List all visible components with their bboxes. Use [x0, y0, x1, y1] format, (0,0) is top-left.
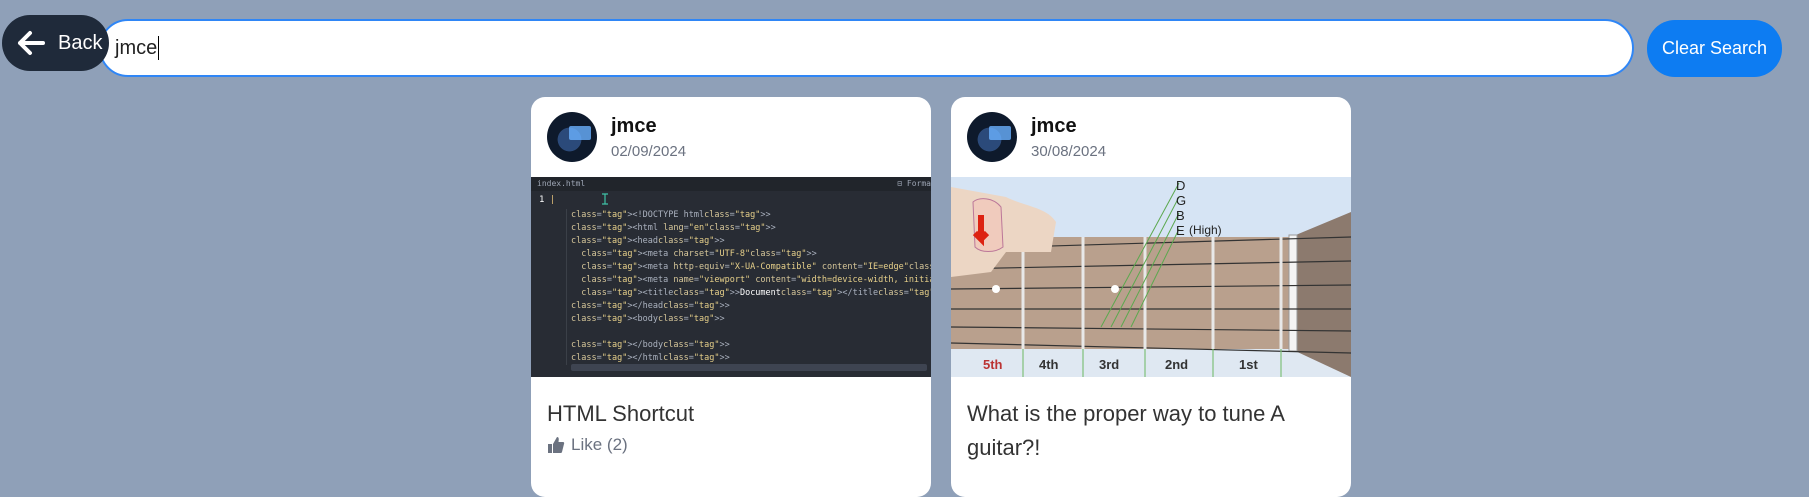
code-line: class="tag"><headclass="tag">>	[571, 236, 725, 246]
back-button[interactable]: Back	[2, 15, 109, 71]
string-label: E	[1176, 223, 1185, 238]
post-author[interactable]: jmce	[611, 115, 657, 138]
post-date: 30/08/2024	[1031, 143, 1107, 160]
fret-label: 4th	[1039, 357, 1059, 372]
fret-label: 3rd	[1099, 357, 1119, 372]
post-author[interactable]: jmce	[1031, 115, 1077, 138]
editor-file-name: index.html	[537, 179, 586, 188]
code-line: class="tag"></bodyclass="tag">>	[571, 340, 730, 350]
text-caret	[158, 36, 160, 60]
code-line: class="tag"><html lang="en"class="tag">>	[571, 223, 776, 233]
post-title[interactable]: What is the proper way to tune A guitar?…	[967, 397, 1337, 465]
like-button[interactable]: Like (2)	[547, 435, 628, 455]
post-card[interactable]: jmce 02/09/2024 index.html ⊟ Forma 1 | c…	[531, 97, 931, 497]
editor-tab-bar: index.html ⊟ Forma	[531, 177, 931, 191]
code-line: class="tag"><titleclass="tag">>Documentc…	[581, 288, 931, 298]
back-button-label: Back	[58, 31, 103, 54]
fret-label: 5th	[983, 357, 1003, 372]
fret-label: 1st	[1239, 357, 1258, 372]
search-input-value: jmce	[115, 36, 158, 59]
fret-label: 2nd	[1165, 357, 1188, 372]
string-note: (High)	[1189, 223, 1222, 237]
post-title[interactable]: HTML Shortcut	[547, 397, 917, 431]
post-date: 02/09/2024	[611, 143, 687, 160]
code-line: class="tag"><!DOCTYPE htmlclass="tag">>	[571, 210, 771, 220]
editor-code: class="tag"><!DOCTYPE htmlclass="tag">> c…	[566, 209, 931, 365]
search-input[interactable]: jmce	[99, 19, 1634, 77]
editor-scrollbar	[571, 364, 927, 371]
editor-gutter: 1 |	[531, 191, 559, 377]
string-label: G	[1176, 193, 1186, 208]
like-count: Like (2)	[571, 435, 628, 454]
code-line: class="tag"><meta name="viewport" conten…	[581, 275, 931, 285]
clear-search-button[interactable]: Clear Search	[1647, 20, 1782, 77]
arrow-left-icon	[18, 31, 45, 55]
code-line: class="tag"><meta http-equiv="X-UA-Compa…	[581, 262, 931, 272]
post-thumbnail[interactable]: D G B E (High) 5th 4th 3rd 2nd 1st	[951, 177, 1351, 377]
string-label: B	[1176, 208, 1185, 223]
avatar[interactable]	[547, 112, 597, 162]
code-line: class="tag"><meta charset="UTF-8"class="…	[581, 249, 817, 259]
string-label: D	[1176, 178, 1185, 193]
avatar[interactable]	[967, 112, 1017, 162]
thumbs-up-icon	[548, 437, 565, 453]
code-line: class="tag"></headclass="tag">>	[571, 301, 730, 311]
post-thumbnail[interactable]: index.html ⊟ Forma 1 | class="tag"><!DOC…	[531, 177, 931, 377]
text-cursor-icon	[602, 193, 608, 205]
guitar-fretboard-image: D G B E (High) 5th 4th 3rd 2nd 1st	[951, 177, 1351, 377]
code-line: class="tag"><bodyclass="tag">>	[571, 314, 725, 324]
post-card[interactable]: jmce 30/08/2024 D G B E (High) 5th 4th 3…	[951, 97, 1351, 497]
editor-format-label: ⊟ Forma	[897, 179, 931, 188]
